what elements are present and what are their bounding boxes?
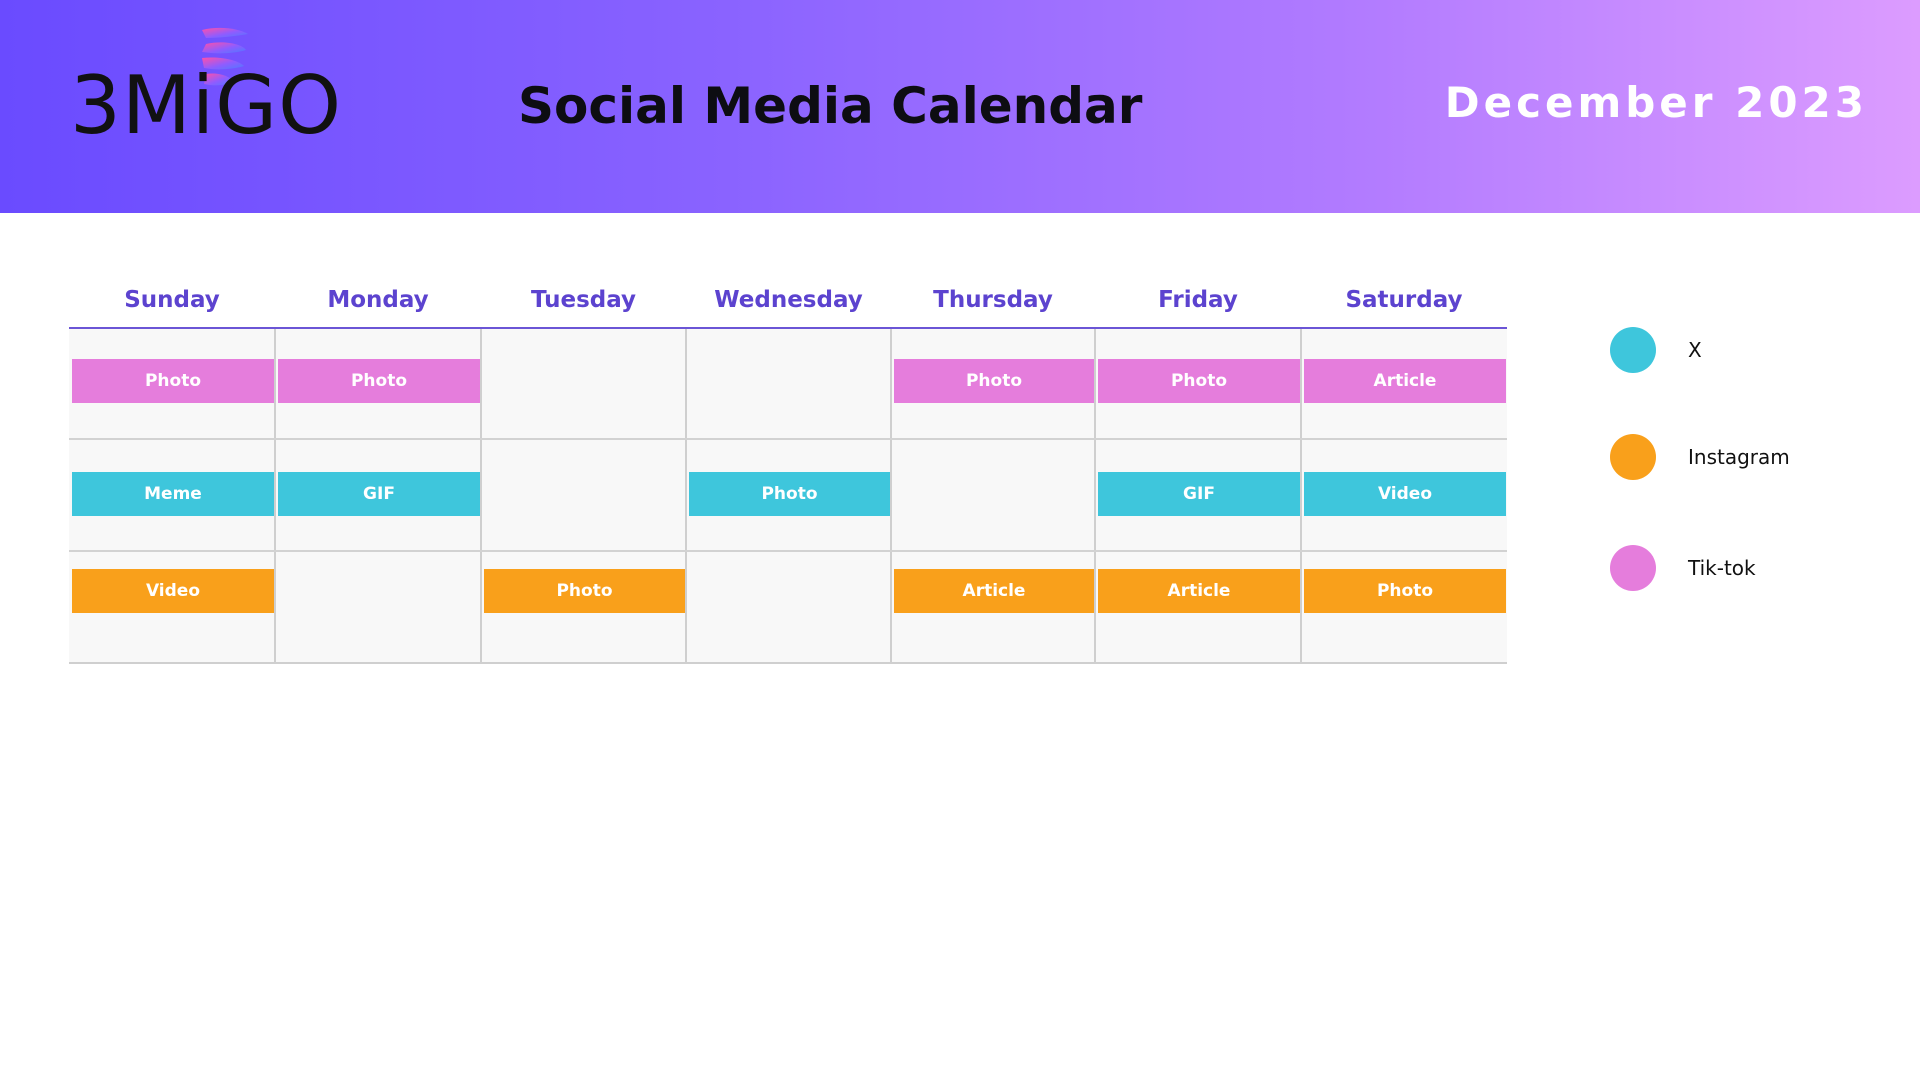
calendar-grid: Photo Photo Photo Photo Article Meme GIF Photo G…	[69, 329, 1507, 664]
day-header-saturday: Saturday	[1345, 287, 1463, 313]
day-header-tuesday: Tuesday	[530, 287, 637, 313]
instagram-post-sunday[interactable]: Video	[72, 569, 274, 613]
legend-label-tiktok: Tik-tok	[1688, 556, 1756, 580]
weekly-calendar: Photo Photo Photo Photo Article Meme GIF Photo G…	[69, 270, 1507, 664]
tiktok-post-sunday[interactable]: Photo	[72, 359, 274, 403]
page-title: Social Media Calendar	[518, 77, 1143, 135]
column-divider	[480, 329, 482, 662]
x-post-saturday[interactable]: Video	[1304, 472, 1506, 516]
tiktok-post-friday[interactable]: Photo	[1098, 359, 1300, 403]
brand-wordmark: 3MiGO	[70, 59, 343, 152]
column-divider	[1300, 329, 1302, 662]
x-post-monday[interactable]: GIF	[278, 472, 480, 516]
column-divider	[890, 329, 892, 662]
row-divider	[69, 438, 1507, 440]
day-header-thursday: Thursday	[933, 287, 1053, 313]
day-header-monday: Monday	[327, 287, 429, 313]
x-color-swatch-icon	[1610, 327, 1656, 373]
column-divider	[1094, 329, 1096, 662]
column-divider	[685, 329, 687, 662]
legend-label-x: X	[1688, 338, 1702, 362]
day-header-sunday: Sunday	[124, 287, 220, 313]
day-header-wednesday: Wednesday	[714, 287, 863, 313]
month-label: December 2023	[1444, 78, 1868, 127]
brand-logo[interactable]: 3MiGO	[70, 26, 360, 146]
tiktok-color-swatch-icon	[1610, 545, 1656, 591]
column-divider	[274, 329, 276, 662]
header-banner: 3MiGO Social Media Calendar December 202…	[0, 0, 1920, 213]
instagram-post-tuesday[interactable]: Photo	[484, 569, 685, 613]
tiktok-post-saturday[interactable]: Article	[1304, 359, 1506, 403]
x-post-wednesday[interactable]: Photo	[689, 472, 890, 516]
x-post-friday[interactable]: GIF	[1098, 472, 1300, 516]
tiktok-post-thursday[interactable]: Photo	[894, 359, 1094, 403]
instagram-post-saturday[interactable]: Photo	[1304, 569, 1506, 613]
x-post-sunday[interactable]: Meme	[72, 472, 274, 516]
row-divider	[69, 550, 1507, 552]
instagram-post-friday[interactable]: Article	[1098, 569, 1300, 613]
tiktok-post-monday[interactable]: Photo	[278, 359, 480, 403]
legend-label-instagram: Instagram	[1688, 445, 1790, 469]
instagram-post-thursday[interactable]: Article	[894, 569, 1094, 613]
instagram-color-swatch-icon	[1610, 434, 1656, 480]
day-header-friday: Friday	[1158, 287, 1238, 313]
